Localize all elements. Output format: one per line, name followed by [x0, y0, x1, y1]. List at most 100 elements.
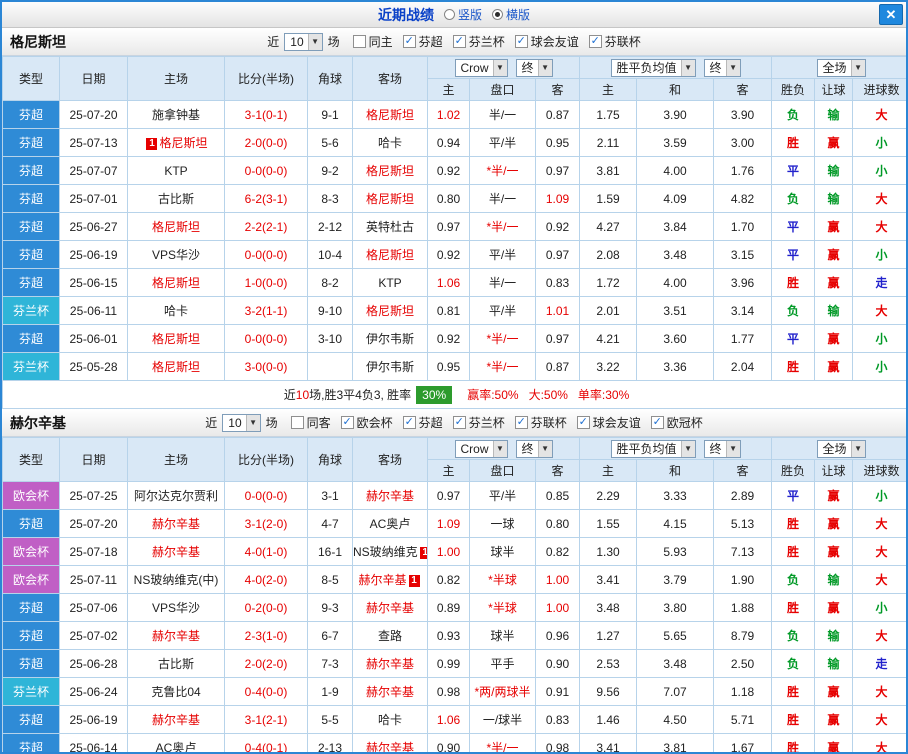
match-date: 25-07-07	[59, 156, 128, 185]
score: 0-4(0-1)	[224, 733, 308, 752]
result-handicap: 输	[814, 621, 854, 650]
layout-radio-vertical[interactable]: 竖版	[443, 6, 482, 23]
avg-odds-header-cell: 胜平负均值 ▼ 终 ▼	[579, 56, 773, 79]
result-goals: 大	[852, 565, 906, 594]
filter-checkbox-label: 芬兰杯	[468, 416, 505, 430]
home-team: 格尼斯坦	[127, 212, 225, 241]
corner-count: 2-12	[307, 212, 353, 241]
filter-checkbox-item[interactable]: ✓ 芬超	[402, 414, 443, 431]
home-team: 1 格尼斯坦	[127, 128, 225, 157]
home-odds: 0.93	[427, 621, 470, 650]
avg-odds-select[interactable]: 胜平负均值 ▼	[610, 58, 696, 77]
result-handicap: 赢	[814, 128, 854, 157]
filter-checkbox-label: 芬联杯	[530, 416, 567, 430]
odds-time-select[interactable]: 终 ▼	[515, 439, 553, 458]
match-row: 芬兰杯 25-06-11 哈卡 3-2(1-1) 9-10 格尼斯坦 0.81 平/半 1.01…	[2, 296, 906, 325]
avg-win-odds: 3.81	[579, 156, 638, 185]
filter-checkbox-item[interactable]: ✓ 球会友谊	[514, 33, 579, 50]
away-odds: 0.92	[534, 212, 581, 241]
avg-win-odds: 1.55	[579, 509, 638, 538]
avg-lose-odds: 1.77	[713, 324, 773, 353]
avg-time-select[interactable]: 终 ▼	[703, 58, 741, 77]
match-row: 芬超 25-07-01 古比斯 6-2(3-1) 8-3 格尼斯坦 0.80 半/一 1.09 1…	[2, 184, 906, 213]
league-type-badge: 芬超	[2, 240, 60, 269]
home-team-name: 古比斯	[157, 657, 194, 671]
away-team: 伊尔韦斯	[352, 324, 428, 353]
league-type-badge: 芬超	[2, 733, 60, 752]
filter-checkbox-item[interactable]: ✓ 芬联杯	[588, 33, 641, 50]
score: 0-2(0-0)	[224, 593, 308, 622]
home-odds: 0.82	[427, 565, 470, 594]
avg-lose-odds: 2.50	[713, 649, 773, 678]
away-team-name: 格尼斯坦	[365, 304, 414, 318]
match-row: 芬超 25-07-07 KTP 0-0(0-0) 9-2 格尼斯坦 0.92 *半/一 0.97…	[2, 156, 906, 185]
filter-checkbox-item[interactable]: 同主	[352, 33, 393, 50]
sub-header-avg-lose: 客	[713, 78, 773, 101]
scope-select[interactable]: 全场 ▼	[816, 58, 866, 77]
match-row: 芬超 25-07-20 赫尔辛基 3-1(2-0) 4-7 AC奥卢 1.09 一球 0.80 1…	[2, 509, 906, 538]
team-section: 格尼斯坦 近 10 ▼ 场 同主 ✓ 芬超 ✓ 芬兰杯 ✓ 球会友谊 ✓ 芬联杯 类型 日	[2, 28, 906, 409]
avg-time-select[interactable]: 终 ▼	[703, 439, 741, 458]
filter-checkbox-item[interactable]: ✓ 球会友谊	[576, 414, 641, 431]
home-odds: 0.92	[427, 240, 470, 269]
odds-header-cell: Crow ▼ 终 ▼	[426, 437, 581, 460]
avg-odds-select[interactable]: 胜平负均值 ▼	[610, 439, 696, 458]
filter-checkbox-item[interactable]: ✓ 芬兰杯	[452, 414, 505, 431]
result-wdl: 平	[771, 240, 816, 269]
team-name: 格尼斯坦	[10, 33, 66, 50]
match-count-select[interactable]: 10 ▼	[222, 413, 261, 432]
away-odds: 0.87	[534, 352, 581, 381]
match-count-select[interactable]: 10 ▼	[284, 32, 323, 51]
filter-checkbox-item[interactable]: ✓ 芬联杯	[514, 414, 567, 431]
corner-count: 9-1	[307, 100, 353, 129]
matches-table: 类型 日期 主场 比分(半场) 角球 客场 Crow ▼ 终 ▼ 胜平负均值 ▼…	[2, 437, 906, 752]
home-odds: 0.94	[427, 128, 470, 157]
avg-draw-odds: 4.00	[636, 268, 715, 297]
away-odds: 0.80	[534, 509, 581, 538]
bookmaker-select[interactable]: Crow ▼	[454, 439, 508, 458]
filter-checkbox-item[interactable]: ✓ 欧会杯	[340, 414, 393, 431]
away-team: 赫尔辛基	[352, 733, 428, 752]
avg-win-odds: 1.72	[579, 268, 638, 297]
odds-time-select[interactable]: 终 ▼	[515, 58, 553, 77]
filter-checkboxes: 同主 ✓ 芬超 ✓ 芬兰杯 ✓ 球会友谊 ✓ 芬联杯	[352, 33, 641, 50]
avg-win-odds: 2.29	[579, 481, 638, 510]
away-team: 赫尔辛基	[352, 649, 428, 678]
bookmaker-select[interactable]: Crow ▼	[454, 58, 508, 77]
league-type-badge: 芬超	[2, 100, 60, 129]
away-odds: 0.83	[534, 268, 581, 297]
match-row: 芬超 25-07-02 赫尔辛基 2-3(1-0) 6-7 查路 0.93 球半 0.96 1.2…	[2, 621, 906, 650]
filter-checkbox-item[interactable]: ✓ 芬兰杯	[452, 33, 505, 50]
chevron-down-icon: ▼	[680, 440, 695, 457]
home-team-name: 赫尔辛基	[151, 517, 200, 531]
league-type-badge: 芬超	[2, 509, 60, 538]
checkbox-checked-icon: ✓	[340, 416, 354, 429]
away-team: 格尼斯坦	[352, 184, 428, 213]
sub-header-result: 胜负	[771, 459, 816, 482]
home-team-name: 赫尔辛基	[151, 545, 200, 559]
avg-lose-odds: 5.71	[713, 705, 773, 734]
checkbox-checked-icon: ✓	[452, 416, 466, 429]
league-type-badge: 芬超	[2, 156, 60, 185]
window-title: 近期战绩	[377, 6, 434, 23]
filter-checkbox-item[interactable]: ✓ 欧冠杯	[650, 414, 703, 431]
filter-checkbox-item[interactable]: 同客	[290, 414, 331, 431]
layout-radio-horizontal[interactable]: 横版	[492, 6, 530, 23]
avg-draw-odds: 4.09	[636, 184, 715, 213]
away-odds: 0.82	[534, 537, 581, 566]
chevron-down-icon: ▼	[725, 59, 740, 76]
chevron-down-icon: ▼	[850, 59, 865, 76]
scope-select[interactable]: 全场 ▼	[816, 439, 866, 458]
home-team-name: KTP	[164, 163, 188, 178]
score: 3-2(1-1)	[224, 296, 308, 325]
close-button[interactable]: ✕	[879, 4, 903, 25]
filter-checkbox-item[interactable]: ✓ 芬超	[402, 33, 443, 50]
checkbox-checked-icon: ✓	[576, 416, 590, 429]
league-type-badge: 芬超	[2, 212, 60, 241]
league-type-badge: 芬超	[2, 268, 60, 297]
match-date: 25-07-02	[59, 621, 128, 650]
checkbox-checked-icon: ✓	[514, 35, 528, 48]
result-handicap: 输	[814, 649, 854, 678]
avg-win-odds: 4.21	[579, 324, 638, 353]
checkbox-unchecked-icon	[290, 416, 304, 429]
